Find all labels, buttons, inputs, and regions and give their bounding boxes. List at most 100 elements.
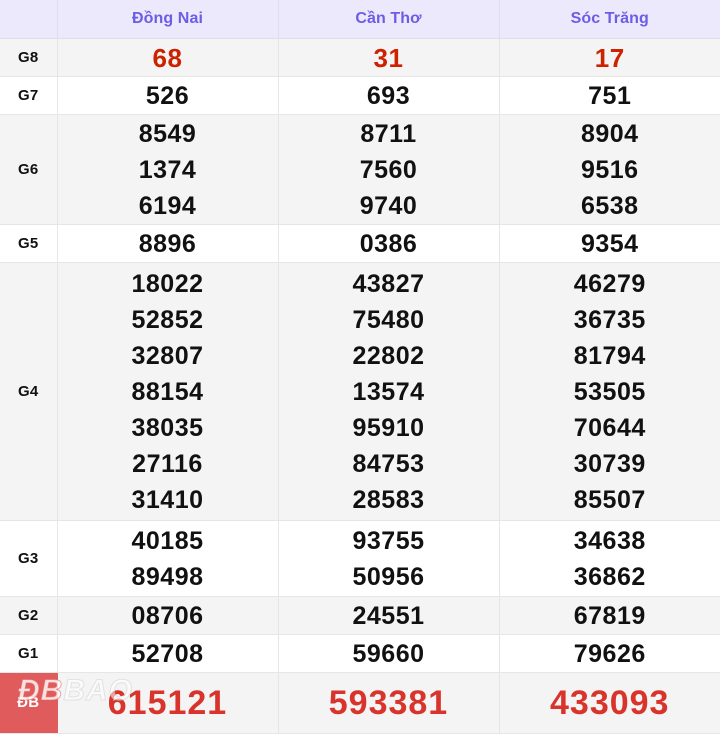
prize-cell: 79626: [499, 635, 720, 673]
lottery-number: 433093: [550, 680, 669, 726]
prize-label-g1: G1: [0, 635, 57, 673]
lottery-number: 9354: [581, 226, 639, 262]
lottery-number: 34638: [574, 523, 646, 559]
prize-cell: 08706: [57, 597, 278, 635]
table-row: ĐB 615121 593381 433093: [0, 673, 720, 734]
prize-label-g5: G5: [0, 225, 57, 263]
lottery-number: 18022: [131, 266, 203, 302]
prize-cell: 526: [57, 77, 278, 115]
number-stack: 59660: [279, 636, 499, 672]
lottery-number: 30739: [574, 446, 646, 482]
lottery-number: 615121: [108, 680, 227, 726]
lottery-number: 9740: [360, 188, 418, 224]
prize-cell: 8896: [57, 225, 278, 263]
lottery-number: 75480: [352, 302, 424, 338]
number-stack: 67819: [500, 598, 720, 634]
table-row: G418022528523280788154380352711631410438…: [0, 263, 720, 521]
lottery-number: 6194: [139, 188, 197, 224]
lottery-number: 31410: [131, 482, 203, 518]
lottery-number: 46279: [574, 266, 646, 302]
number-stack: 31: [279, 40, 499, 76]
prize-cell: 17: [499, 39, 720, 77]
prize-cell: 3463836862: [499, 521, 720, 597]
lottery-number: 1374: [139, 152, 197, 188]
prize-cell: 693: [278, 77, 499, 115]
lottery-number: 13574: [352, 374, 424, 410]
lottery-number: 52852: [131, 302, 203, 338]
lottery-number: 79626: [574, 636, 646, 672]
prize-cell: 59660: [278, 635, 499, 673]
special-prize-tag: ĐB: [17, 694, 39, 711]
number-stack: 68: [58, 40, 278, 76]
lottery-number: 38035: [131, 410, 203, 446]
prize-label-g4: G4: [0, 263, 57, 521]
lottery-number: 8904: [581, 116, 639, 152]
prize-label-g3: G3: [0, 521, 57, 597]
lottery-number: 27116: [132, 446, 203, 482]
lottery-number: 50956: [352, 559, 424, 595]
number-stack: 46279367358179453505706443073985507: [500, 266, 720, 518]
lottery-number: 43827: [352, 266, 424, 302]
table-body: G8683117G7526693751G68549137461948711756…: [0, 39, 720, 734]
header-row: Đồng Nai Cần Thơ Sóc Trăng: [0, 0, 720, 39]
lottery-number: 68: [153, 40, 183, 76]
number-stack: 9375550956: [279, 523, 499, 595]
prize-cell: 18022528523280788154380352711631410: [57, 263, 278, 521]
lottery-results-table: Đồng Nai Cần Thơ Sóc Trăng G8 68 31 17 G7 526…: [0, 0, 720, 734]
prize-cell: 890495166538: [499, 115, 720, 225]
table-header: Đồng Nai Cần Thơ Sóc Trăng: [0, 0, 720, 39]
lottery-number: 693: [367, 78, 410, 114]
prize-cell: 24551: [278, 597, 499, 635]
number-stack: 52708: [58, 636, 278, 672]
lottery-number: 22802: [352, 338, 424, 374]
number-stack: 751: [500, 78, 720, 114]
lottery-number: 8549: [139, 116, 197, 152]
prize-cell: 68: [57, 39, 278, 77]
number-stack: 526: [58, 78, 278, 114]
lottery-number: 85507: [574, 482, 646, 518]
lottery-number: 70644: [574, 410, 646, 446]
number-stack: 08706: [58, 598, 278, 634]
prize-label-g7: G7: [0, 77, 57, 115]
lottery-number: 28583: [352, 482, 424, 518]
prize-cell: 593381: [278, 673, 499, 734]
lottery-number: 17: [595, 40, 625, 76]
prize-label-g8: G8: [0, 39, 57, 77]
number-stack: 615121: [58, 680, 278, 726]
prize-cell: 615121: [57, 673, 278, 734]
header-corner-cell: [0, 0, 57, 39]
lottery-number: 59660: [352, 636, 424, 672]
prize-cell: 0386: [278, 225, 499, 263]
number-stack: 9354: [500, 226, 720, 262]
lottery-number: 40185: [131, 523, 203, 559]
lottery-number: 8711: [360, 116, 416, 152]
prize-label-đb: ĐB: [0, 673, 57, 734]
number-stack: 18022528523280788154380352711631410: [58, 266, 278, 518]
lottery-number: 526: [146, 78, 189, 114]
lottery-number: 52708: [131, 636, 203, 672]
lottery-number: 84753: [352, 446, 424, 482]
lottery-number: 93755: [352, 523, 424, 559]
table-row: G8 68 31 17: [0, 39, 720, 77]
column-header-province-2: Cần Thơ: [278, 0, 499, 39]
prize-cell: 46279367358179453505706443073985507: [499, 263, 720, 521]
table-row: G3401858949893755509563463836862: [0, 521, 720, 597]
lottery-number: 36735: [574, 302, 646, 338]
prize-cell: 43827754802280213574959108475328583: [278, 263, 499, 521]
number-stack: 79626: [500, 636, 720, 672]
lottery-number: 32807: [131, 338, 203, 374]
number-stack: 17: [500, 40, 720, 76]
table-row: G2087062455167819: [0, 597, 720, 635]
lottery-number: 6538: [581, 188, 639, 224]
number-stack: 43827754802280213574959108475328583: [279, 266, 499, 518]
lottery-number: 9516: [581, 152, 639, 188]
table-row: G7 526 693 751: [0, 77, 720, 115]
lottery-number: 95910: [352, 410, 424, 446]
lottery-number: 88154: [131, 374, 203, 410]
number-stack: 693: [279, 78, 499, 114]
lottery-number: 8896: [139, 226, 197, 262]
prize-cell: 871175609740: [278, 115, 499, 225]
lottery-number: 53505: [574, 374, 646, 410]
lottery-number: 24551: [352, 598, 424, 634]
lottery-number: 0386: [360, 226, 418, 262]
